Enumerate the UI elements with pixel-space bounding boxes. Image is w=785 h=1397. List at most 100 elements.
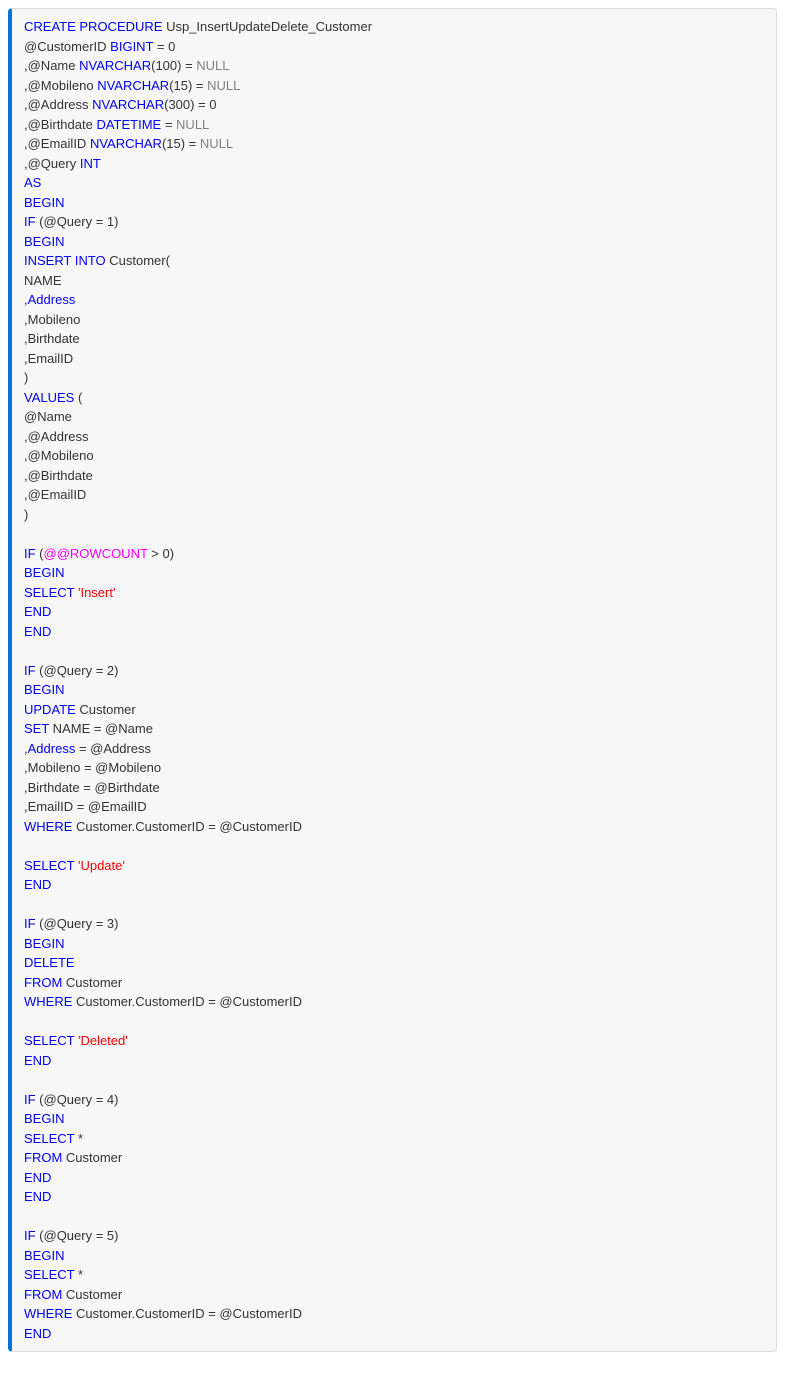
kw-nvarchar: NVARCHAR <box>90 136 162 151</box>
sys-rowcount: @@ROWCOUNT <box>44 546 148 561</box>
kw-select: SELECT <box>24 585 74 600</box>
kw-if: IF <box>24 1092 36 1107</box>
kw-end: END <box>24 1170 51 1185</box>
eq: = <box>161 117 176 132</box>
val-birthdate: ,@Birthdate <box>24 468 93 483</box>
kw-procedure: PROCEDURE <box>79 19 162 34</box>
val-mobileno: ,@Mobileno <box>24 448 94 463</box>
sql-code-block: CREATE PROCEDURE Usp_InsertUpdateDelete_… <box>8 8 777 1352</box>
kw-nvarchar: NVARCHAR <box>92 97 164 112</box>
where-cid: Customer.CustomerID = @CustomerID <box>72 819 302 834</box>
kw-if: IF <box>24 546 36 561</box>
kw-delete: DELETE <box>24 955 75 970</box>
col-mobileno: ,Mobileno <box>24 312 80 327</box>
kw-if: IF <box>24 214 36 229</box>
kw-into: INTO <box>75 253 106 268</box>
kw-where: WHERE <box>24 994 72 1009</box>
default-0: = 0 <box>153 39 175 54</box>
param-customerid: @CustomerID <box>24 39 110 54</box>
star: * <box>74 1131 83 1146</box>
cond-q2: (@Query = 2) <box>36 663 119 678</box>
kw-datetime: DATETIME <box>96 117 161 132</box>
kw-select: SELECT <box>24 1033 74 1048</box>
kw-begin: BEGIN <box>24 682 64 697</box>
param-query: ,@Query <box>24 156 80 171</box>
null-4: NULL <box>200 136 233 151</box>
kw-begin: BEGIN <box>24 1111 64 1126</box>
star: * <box>74 1267 83 1282</box>
kw-select: SELECT <box>24 1267 74 1282</box>
kw-as: AS <box>24 175 41 190</box>
kw-from: FROM <box>24 975 62 990</box>
where-cid: Customer.CustomerID = @CustomerID <box>72 1306 302 1321</box>
kw-set: SET <box>24 721 49 736</box>
set-birthdate: ,Birthdate = @Birthdate <box>24 780 160 795</box>
col-emailid: ,EmailID <box>24 351 73 366</box>
set-mobileno: ,Mobileno = @Mobileno <box>24 760 161 775</box>
size-15b: (15) = <box>162 136 200 151</box>
size-15: (15) = <box>169 78 207 93</box>
kw-insert: INSERT <box>24 253 71 268</box>
kw-end: END <box>24 624 51 639</box>
proc-name: Usp_InsertUpdateDelete_Customer <box>162 19 372 34</box>
kw-begin: BEGIN <box>24 936 64 951</box>
kw-bigint: BIGINT <box>110 39 153 54</box>
val-address: ,@Address <box>24 429 89 444</box>
null-3: NULL <box>176 117 209 132</box>
tbl: Customer <box>76 702 136 717</box>
val-emailid: ,@EmailID <box>24 487 86 502</box>
tbl: Customer <box>62 1287 122 1302</box>
kw-from: FROM <box>24 1287 62 1302</box>
kw-end: END <box>24 1189 51 1204</box>
size-100: (100) = <box>151 58 196 73</box>
size-300: (300) = 0 <box>164 97 216 112</box>
col-name: NAME <box>24 273 62 288</box>
kw-end: END <box>24 604 51 619</box>
param-emailid: ,@EmailID <box>24 136 90 151</box>
kw-from: FROM <box>24 1150 62 1165</box>
kw-begin: BEGIN <box>24 234 64 249</box>
tbl-customer: Customer( <box>106 253 170 268</box>
kw-end: END <box>24 877 51 892</box>
kw-nvarchar: NVARCHAR <box>79 58 151 73</box>
null-2: NULL <box>207 78 240 93</box>
set-address: = @Address <box>75 741 151 756</box>
kw-end: END <box>24 1326 51 1341</box>
where-cid: Customer.CustomerID = @CustomerID <box>72 994 302 1009</box>
kw-begin: BEGIN <box>24 565 64 580</box>
kw-begin: BEGIN <box>24 195 64 210</box>
param-address: ,@Address <box>24 97 92 112</box>
kw-where: WHERE <box>24 819 72 834</box>
null-1: NULL <box>196 58 229 73</box>
set-name: NAME = @Name <box>49 721 153 736</box>
kw-if: IF <box>24 916 36 931</box>
str-update: 'Update' <box>78 858 125 873</box>
kw-create: CREATE <box>24 19 76 34</box>
cond-q1: (@Query = 1) <box>36 214 119 229</box>
kw-if: IF <box>24 663 36 678</box>
col-address: Address <box>28 292 76 307</box>
kw-values: VALUES <box>24 390 74 405</box>
paren: ( <box>36 546 44 561</box>
kw-select: SELECT <box>24 1131 74 1146</box>
set-emailid: ,EmailID = @EmailID <box>24 799 147 814</box>
tbl: Customer <box>62 975 122 990</box>
col-address: Address <box>28 741 76 756</box>
kw-int: INT <box>80 156 101 171</box>
cond-q3: (@Query = 3) <box>36 916 119 931</box>
kw-nvarchar: NVARCHAR <box>97 78 169 93</box>
str-insert: 'Insert' <box>78 585 115 600</box>
kw-end: END <box>24 1053 51 1068</box>
cond-q4: (@Query = 4) <box>36 1092 119 1107</box>
paren-close: ) <box>24 370 28 385</box>
str-deleted: 'Deleted' <box>78 1033 128 1048</box>
paren-close: ) <box>24 507 28 522</box>
kw-begin: BEGIN <box>24 1248 64 1263</box>
param-birthdate: ,@Birthdate <box>24 117 96 132</box>
gt0: > 0) <box>148 546 174 561</box>
param-mobileno: ,@Mobileno <box>24 78 97 93</box>
col-birthdate: ,Birthdate <box>24 331 80 346</box>
cond-q5: (@Query = 5) <box>36 1228 119 1243</box>
kw-if: IF <box>24 1228 36 1243</box>
paren-open: ( <box>74 390 82 405</box>
